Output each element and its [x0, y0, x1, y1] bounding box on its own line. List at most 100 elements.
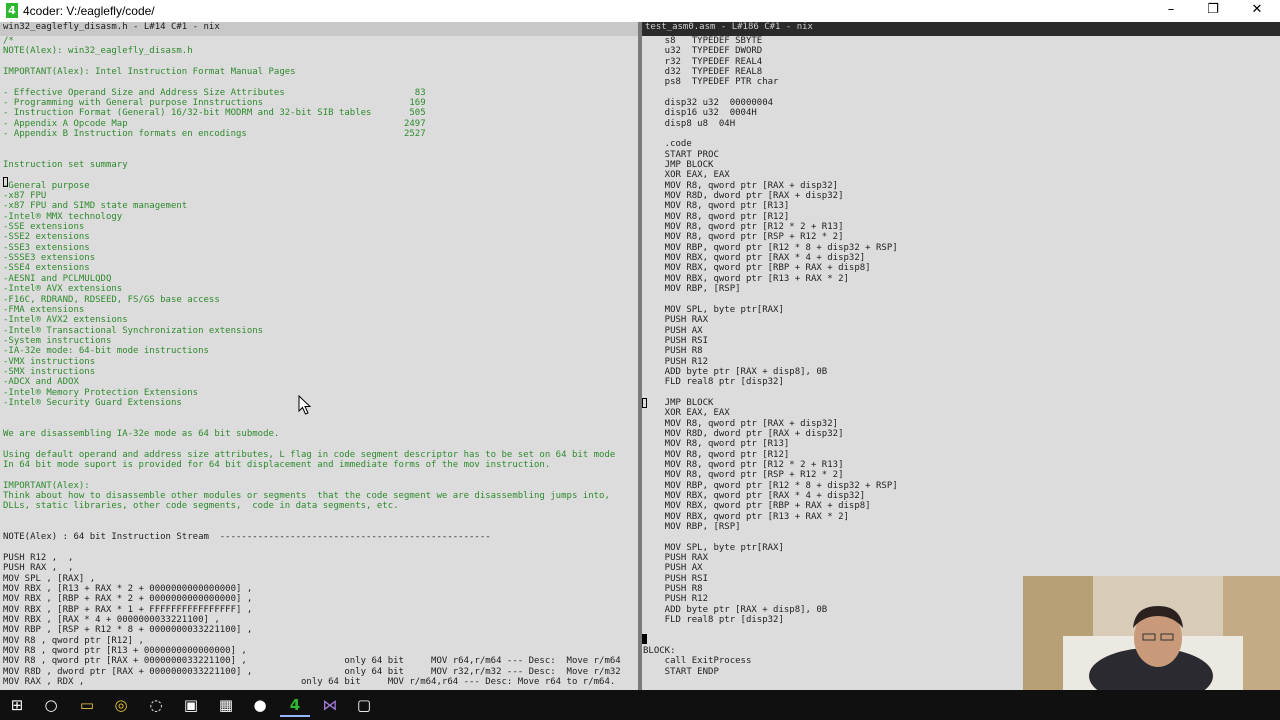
maximize-button[interactable]: ❐: [1190, 0, 1236, 22]
media-app-icon[interactable]: ●: [245, 693, 275, 717]
code-line: -Intel® Memory Protection Extensions: [3, 387, 199, 398]
code-line: PUSH AX: [643, 325, 703, 336]
code-line: -x87 FPU and SIMD state management: [3, 201, 188, 212]
code-line: -SMX instructions: [3, 366, 96, 377]
code-line: -AESNI and PCLMULQDQ: [3, 273, 112, 284]
code-line: -ADCX and ADOX: [3, 377, 79, 388]
code-line: disp32 u32 00000004: [643, 98, 774, 109]
code-line: MOV RBP, qword ptr [R12 * 8 + disp32 + R…: [643, 242, 898, 253]
code-line: BLOCK:: [643, 646, 676, 657]
code-line: MOV R8, qword ptr [RSP + R12 * 2]: [643, 232, 844, 243]
chrome-icon[interactable]: ◎: [106, 693, 136, 717]
left-code-area[interactable]: /* NOTE(Alex): win32_eaglefly_disasm.h IMP…: [0, 36, 638, 690]
code-line: ADD byte ptr [RAX + disp8], 0B: [643, 366, 828, 377]
code-line: -Intel® Transactional Synchronization ex…: [3, 325, 264, 336]
code-line: PUSH RAX , ,: [3, 563, 74, 574]
code-line: MOV RBX, qword ptr [RBP + RAX + disp8]: [643, 501, 871, 512]
calculator-icon[interactable]: ▦: [211, 693, 241, 717]
code-line: START ENDP: [643, 666, 719, 677]
code-line: MOV RBX, qword ptr [RBP + RAX + disp8]: [643, 263, 871, 274]
code-line: PUSH R8: [643, 346, 703, 357]
code-line: MOV RBX, qword ptr [R13 + RAX * 2]: [643, 511, 849, 522]
code-line: MOV R8, qword ptr [R12]: [643, 449, 790, 460]
right-file-header: test_asm0.asm - L#186 C#1 - nix: [642, 22, 1280, 36]
code-line: - Instruction Format (General) 16/32-bit…: [3, 108, 426, 119]
code-line: PUSH RSI: [643, 573, 709, 584]
code-line: disp8 u8 04H: [643, 118, 736, 129]
code-line: XOR EAX, EAX: [643, 408, 730, 419]
code-line: MOV R8D , dword ptr [RAX + 0000000033221…: [3, 666, 621, 677]
code-line: DLLs, static libraries, other code segme…: [3, 501, 399, 512]
code-line: u32 TYPEDEF DWORD: [643, 46, 763, 57]
code-line: MOV R8, qword ptr [R13]: [643, 439, 790, 450]
code-line: JMP BLOCK: [643, 397, 714, 408]
4coder-app-icon: 4: [6, 3, 18, 18]
code-line: -System instructions: [3, 335, 112, 346]
code-line: -Intel® MMX technology: [3, 211, 123, 222]
code-line: FLD real8 ptr [disp32]: [643, 615, 784, 626]
taskbar: ⊞ ○ ▭ ◎ ◌ ▣ ▦ ● 4 ⋈ ▢: [0, 690, 1280, 720]
window-title: 4coder: V:/eaglefly/code/: [23, 4, 155, 18]
code-line: MOV R8D, dword ptr [RAX + disp32]: [643, 428, 844, 439]
code-line: MOV R8, qword ptr [R13]: [643, 201, 790, 212]
code-line: -F16C, RDRAND, RDSEED, FS/GS base access: [3, 294, 220, 305]
window-app-icon[interactable]: ▢: [349, 693, 379, 717]
code-line: MOV SPL, byte ptr[RAX]: [643, 542, 784, 553]
mouse-pointer-icon: [298, 395, 312, 415]
code-line: -Intel® AVX extensions: [3, 284, 123, 295]
code-line: MOV RBP, [RSP]: [643, 521, 741, 532]
4coder-taskbar-icon[interactable]: 4: [280, 693, 310, 717]
cortana-search-icon[interactable]: ○: [36, 693, 66, 717]
webcam-overlay: [1023, 576, 1280, 690]
code-line: MOV R8, qword ptr [RSP + R12 * 2]: [643, 470, 844, 481]
code-line: - Effective Operand Size and Address Siz…: [3, 87, 426, 98]
code-line: -SSE extensions: [3, 222, 85, 233]
active-cursor: [642, 634, 647, 644]
code-line: ps8 TYPEDEF PTR char: [643, 77, 779, 88]
code-line: /*: [3, 36, 14, 46]
code-line: - Programming with General purpose Innst…: [3, 98, 426, 109]
minimize-button[interactable]: –: [1148, 0, 1194, 22]
code-line: PUSH AX: [643, 563, 703, 574]
close-button[interactable]: ✕: [1234, 0, 1280, 22]
code-line: MOV RBX , [R13 + RAX * 2 + 0000000000000…: [3, 584, 253, 595]
code-line: Instruction set summary: [3, 160, 128, 171]
code-line: MOV R8, qword ptr [RAX + disp32]: [643, 418, 839, 429]
code-line: START PROC: [643, 149, 719, 160]
code-line: .code: [643, 139, 692, 150]
code-line: MOV RBP, qword ptr [R12 * 8 + disp32 + R…: [643, 480, 898, 491]
code-line: MOV SPL , [RAX] ,: [3, 573, 96, 584]
code-line: IMPORTANT(Alex): Intel Instruction Forma…: [3, 67, 296, 78]
code-line: JMP BLOCK: [643, 160, 714, 171]
code-line: MOV SPL, byte ptr[RAX]: [643, 304, 784, 315]
code-line: -x87 FPU: [3, 191, 47, 202]
code-line: -SSE2 extensions: [3, 232, 90, 243]
start-icon[interactable]: ⊞: [2, 693, 32, 717]
title-bar: 4 4coder: V:/eaglefly/code/ – ❐ ✕: [0, 0, 1280, 22]
code-line: XOR EAX, EAX: [643, 170, 730, 181]
code-line: MOV RBX, qword ptr [RAX * 4 + disp32]: [643, 490, 866, 501]
code-line: PUSH RAX: [643, 315, 709, 326]
code-line: MOV R8, qword ptr [R12 * 2 + R13]: [643, 459, 844, 470]
command-prompt-icon[interactable]: ▣: [176, 693, 206, 717]
code-line: MOV R8D, dword ptr [RAX + disp32]: [643, 191, 844, 202]
code-line: d32 TYPEDEF REAL8: [643, 67, 763, 78]
code-line: -SSE4 extensions: [3, 263, 90, 274]
code-line: PUSH RAX: [643, 553, 709, 563]
code-line: MOV R8, qword ptr [R12]: [643, 211, 790, 222]
code-line: - Appendix B Instruction formats en enco…: [3, 129, 426, 140]
code-line: -Intel® AVX2 extensions: [3, 315, 128, 326]
code-line: -FMA extensions: [3, 304, 85, 315]
github-desktop-icon[interactable]: ◌: [141, 693, 171, 717]
code-line: - Appendix A Opcode Map 2497: [3, 118, 426, 129]
code-line: r32 TYPEDEF REAL4: [643, 56, 763, 67]
code-line: MOV RBP , [RSP + R12 * 8 + 0000000033221…: [3, 625, 253, 636]
code-line: disp16 u32 0004H: [643, 108, 757, 119]
visual-studio-icon[interactable]: ⋈: [315, 693, 345, 717]
code-line: MOV RBX, qword ptr [RAX * 4 + disp32]: [643, 253, 866, 264]
code-line: MOV R8 , qword ptr [RAX + 00000000332211…: [3, 656, 621, 667]
left-editor-pane[interactable]: win32_eaglefly_disasm.h - L#14 C#1 - nix…: [0, 22, 638, 690]
code-line: FLD real8 ptr [disp32]: [643, 377, 784, 388]
file-explorer-icon[interactable]: ▭: [72, 693, 102, 717]
code-line: -Intel® Security Guard Extensions: [3, 397, 182, 408]
